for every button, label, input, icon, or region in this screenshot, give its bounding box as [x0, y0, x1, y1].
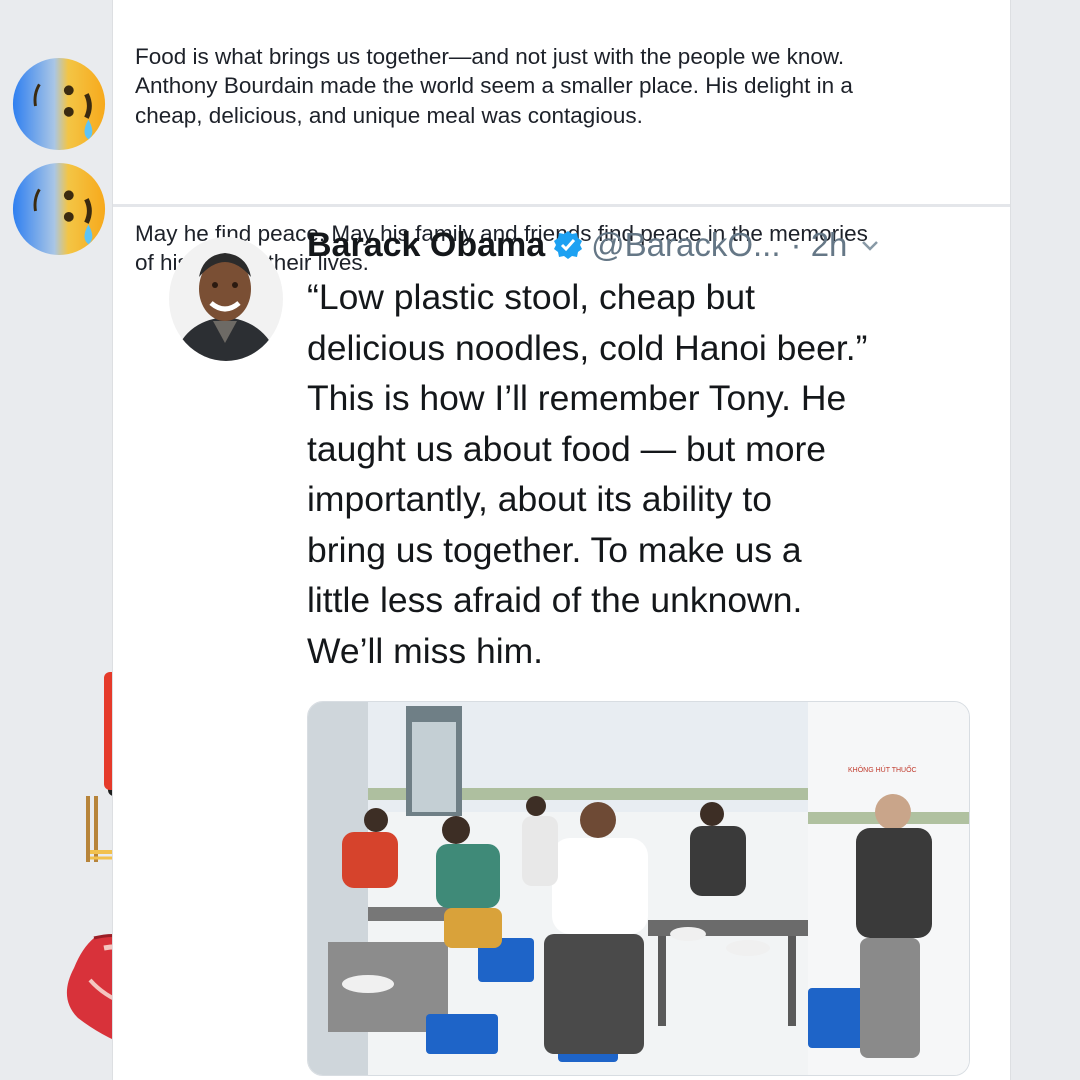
- post-paragraph: Food is what brings us together—and not …: [135, 43, 853, 128]
- avatar[interactable]: [169, 237, 283, 361]
- tweet-timestamp[interactable]: · 2h: [791, 226, 848, 264]
- sad-relieved-face-icon: [12, 162, 106, 256]
- tweet-photo[interactable]: KHÔNG HÚT THUỐC: [307, 701, 970, 1076]
- tweet-text: “Low plastic stool, cheap but delicious …: [307, 277, 868, 671]
- tweet-author-handle[interactable]: @BarackO...: [591, 226, 780, 264]
- post-card: Food is what brings us together—and not …: [112, 0, 1011, 1080]
- sad-relieved-face-icon: [12, 57, 106, 151]
- tweet-author-name[interactable]: Barack Obama: [307, 226, 545, 265]
- post-divider: [113, 204, 1010, 207]
- tweet-header: Barack Obama @BarackO... · 2h: [307, 222, 881, 268]
- chevron-down-icon[interactable]: [859, 234, 881, 256]
- post-paragraph-spacer: [135, 160, 995, 190]
- verified-badge-icon: [554, 231, 583, 259]
